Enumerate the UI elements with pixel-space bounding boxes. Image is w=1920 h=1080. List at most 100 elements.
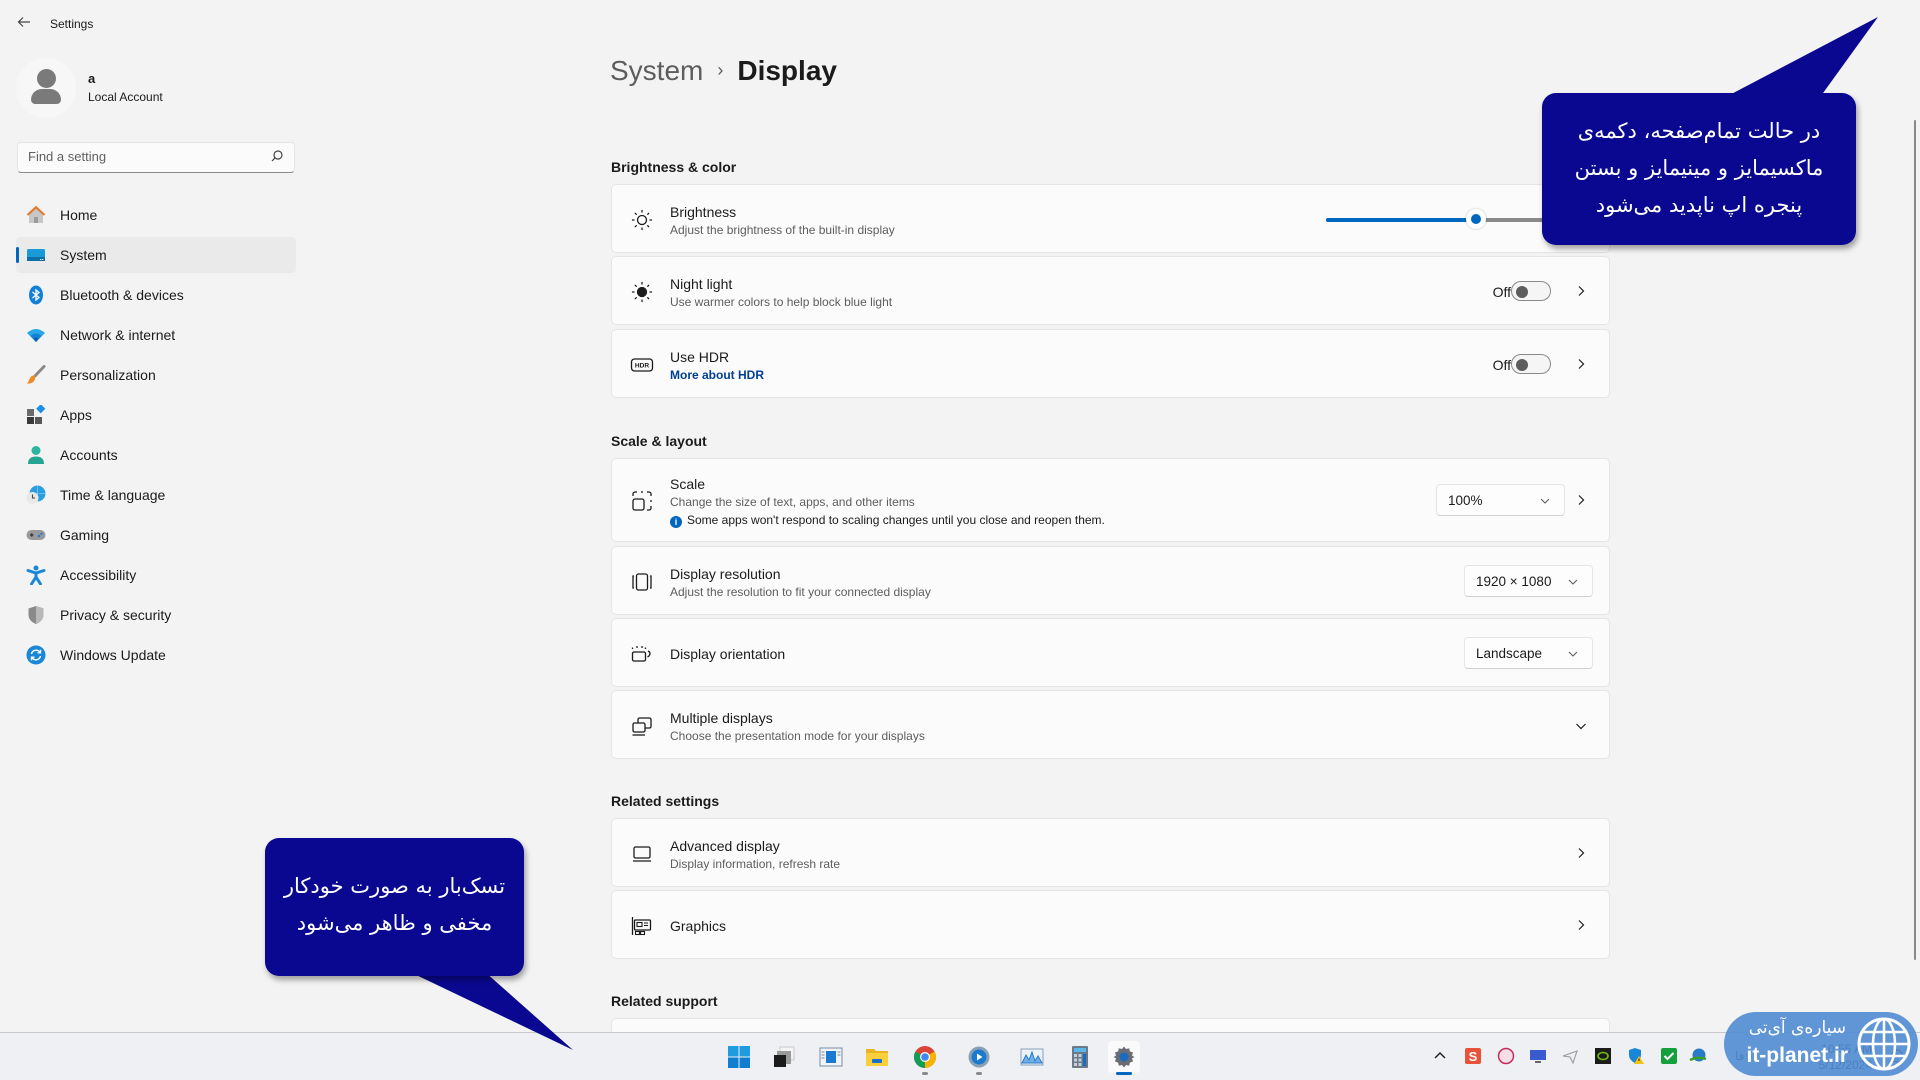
folder-icon: [866, 1049, 888, 1066]
search-icon[interactable]: [270, 149, 284, 163]
taskbar-resource-monitor[interactable]: [1016, 1041, 1048, 1073]
sidebar-item-bluetooth[interactable]: Bluetooth & devices: [16, 277, 296, 313]
paintbrush-icon: [27, 365, 46, 384]
scale-dropdown[interactable]: 100%: [1436, 484, 1565, 516]
sidebar-item-time-language[interactable]: Time & language: [16, 477, 296, 513]
scale-info-text: Some apps won't respond to scaling chang…: [687, 513, 1105, 527]
hdr-toggle[interactable]: [1511, 354, 1551, 374]
scrollbar[interactable]: [1914, 120, 1916, 960]
globe-icon: [1857, 1017, 1911, 1071]
scale-card[interactable]: Scale Change the size of text, apps, and…: [611, 458, 1610, 542]
running-indicator: [976, 1072, 982, 1075]
avatar: [16, 58, 76, 118]
svg-text:S: S: [1469, 1049, 1478, 1064]
taskbar-chrome[interactable]: [909, 1041, 941, 1075]
taskbar-calculator[interactable]: [1064, 1041, 1096, 1073]
multiple-displays-subtitle: Choose the presentation mode for your di…: [670, 729, 925, 743]
chevron-down-icon: [1540, 498, 1550, 504]
media-player-icon: [968, 1046, 990, 1068]
show-hidden-icons-chevron[interactable]: [1431, 1047, 1449, 1065]
active-indicator: [1116, 1072, 1132, 1075]
graphics-card[interactable]: Graphics: [611, 890, 1610, 959]
taskbar-widgets[interactable]: [815, 1041, 847, 1073]
section-related-support: Related support: [611, 993, 718, 1009]
sidebar-item-network[interactable]: Network & internet: [16, 317, 296, 353]
multiple-displays-card[interactable]: Multiple displays Choose the presentatio…: [611, 690, 1610, 759]
nvidia-icon[interactable]: [1594, 1047, 1612, 1065]
night-light-title: Night light: [670, 276, 733, 292]
chevron-right-icon[interactable]: [1575, 847, 1587, 859]
chrome-icon: [914, 1046, 936, 1068]
sidebar-item-privacy[interactable]: Privacy & security: [16, 597, 296, 633]
callout-line: در حالت تمام‌صفحه، دکمه‌ی: [1577, 119, 1821, 143]
search-input[interactable]: [28, 149, 258, 164]
tray-app-circle-icon[interactable]: [1497, 1047, 1515, 1065]
chevron-right-icon[interactable]: [1575, 919, 1587, 931]
breadcrumb: System › Display: [610, 55, 837, 87]
hdr-title: Use HDR: [670, 349, 730, 365]
night-light-card[interactable]: Night light Use warmer colors to help bl…: [611, 256, 1610, 325]
chevron-down-icon[interactable]: [1575, 720, 1587, 732]
sidebar-item-home[interactable]: Home: [16, 197, 296, 233]
callout-taskbar-autohide: تسک‌بار به صورت خودکار مخفی و ظاهر می‌شو…: [265, 838, 524, 976]
callout-line: پنجره اپ ناپدید می‌شود: [1595, 193, 1803, 217]
orientation-dropdown[interactable]: Landscape: [1464, 637, 1593, 669]
graphics-card-icon: [631, 917, 652, 936]
bluetooth-icon: [29, 285, 43, 305]
hdr-icon: HDR: [630, 358, 654, 372]
night-light-state: Off: [1492, 284, 1511, 300]
sidebar-nav: Home System Bluetooth & devices Network …: [16, 197, 296, 677]
taskbar-file-explorer[interactable]: [861, 1041, 893, 1073]
orientation-icon: [631, 646, 651, 662]
download-manager-icon[interactable]: [1689, 1047, 1707, 1065]
sidebar-item-accounts[interactable]: Accounts: [16, 437, 296, 473]
sidebar-item-label: Accessibility: [60, 567, 137, 583]
title-bar: Settings: [0, 0, 1920, 48]
sidebar-item-system[interactable]: System: [16, 237, 296, 273]
sidebar-item-label: Bluetooth & devices: [60, 287, 184, 303]
taskbar-media-player[interactable]: [963, 1041, 995, 1075]
sidebar-item-apps[interactable]: Apps: [16, 397, 296, 433]
hdr-state: Off: [1492, 357, 1511, 373]
airplane-icon[interactable]: [1561, 1047, 1579, 1065]
more-about-hdr-link[interactable]: More about HDR: [670, 368, 764, 382]
toggle-knob: [1516, 286, 1528, 298]
slider-thumb[interactable]: [1466, 209, 1486, 229]
hdr-card[interactable]: HDR Use HDR More about HDR Off: [611, 329, 1610, 398]
sidebar-item-label: Home: [60, 207, 98, 223]
night-light-toggle[interactable]: [1511, 281, 1551, 301]
multiple-displays-icon: [632, 717, 652, 736]
taskbar: S فا 10:55 AM 5/12/2024 2: [0, 1032, 1920, 1080]
tray-display-icon[interactable]: [1529, 1047, 1547, 1065]
taskbar-start[interactable]: [723, 1041, 755, 1073]
windows-logo-icon: [728, 1046, 750, 1068]
resolution-dropdown[interactable]: 1920 × 1080: [1464, 565, 1593, 597]
sidebar-item-accessibility[interactable]: Accessibility: [16, 557, 296, 593]
advanced-display-card[interactable]: Advanced display Display information, re…: [611, 818, 1610, 887]
defender-warning-icon[interactable]: [1627, 1047, 1645, 1065]
chevron-right-icon[interactable]: [1575, 494, 1587, 506]
watermark-fa: سیاره‌ی آی‌تی: [1748, 1018, 1846, 1038]
taskbar-settings[interactable]: [1108, 1041, 1140, 1075]
chevron-right-icon[interactable]: [1575, 285, 1587, 297]
search-box[interactable]: [17, 142, 295, 173]
section-related-settings: Related settings: [611, 793, 720, 809]
back-button[interactable]: [14, 14, 34, 34]
monitor-icon: [633, 846, 651, 862]
sidebar-item-gaming[interactable]: Gaming: [16, 517, 296, 553]
breadcrumb-parent[interactable]: System: [610, 55, 703, 86]
shield-icon: [28, 606, 44, 624]
sidebar-item-label: System: [60, 247, 107, 263]
sidebar-item-label: Accounts: [60, 447, 118, 463]
display-resolution-card: Display resolution Adjust the resolution…: [611, 546, 1610, 615]
taskbar-task-view[interactable]: [768, 1041, 800, 1073]
sidebar-item-personalization[interactable]: Personalization: [16, 357, 296, 393]
chevron-right-icon[interactable]: [1575, 358, 1587, 370]
page-title: Display: [737, 55, 837, 86]
slider-fill: [1326, 218, 1476, 222]
check-app-icon[interactable]: [1660, 1047, 1678, 1065]
tray-app-s-icon[interactable]: S: [1464, 1047, 1482, 1065]
sidebar-item-windows-update[interactable]: Windows Update: [16, 637, 296, 673]
scale-value: 100%: [1448, 493, 1483, 508]
multiple-displays-title: Multiple displays: [670, 710, 773, 726]
